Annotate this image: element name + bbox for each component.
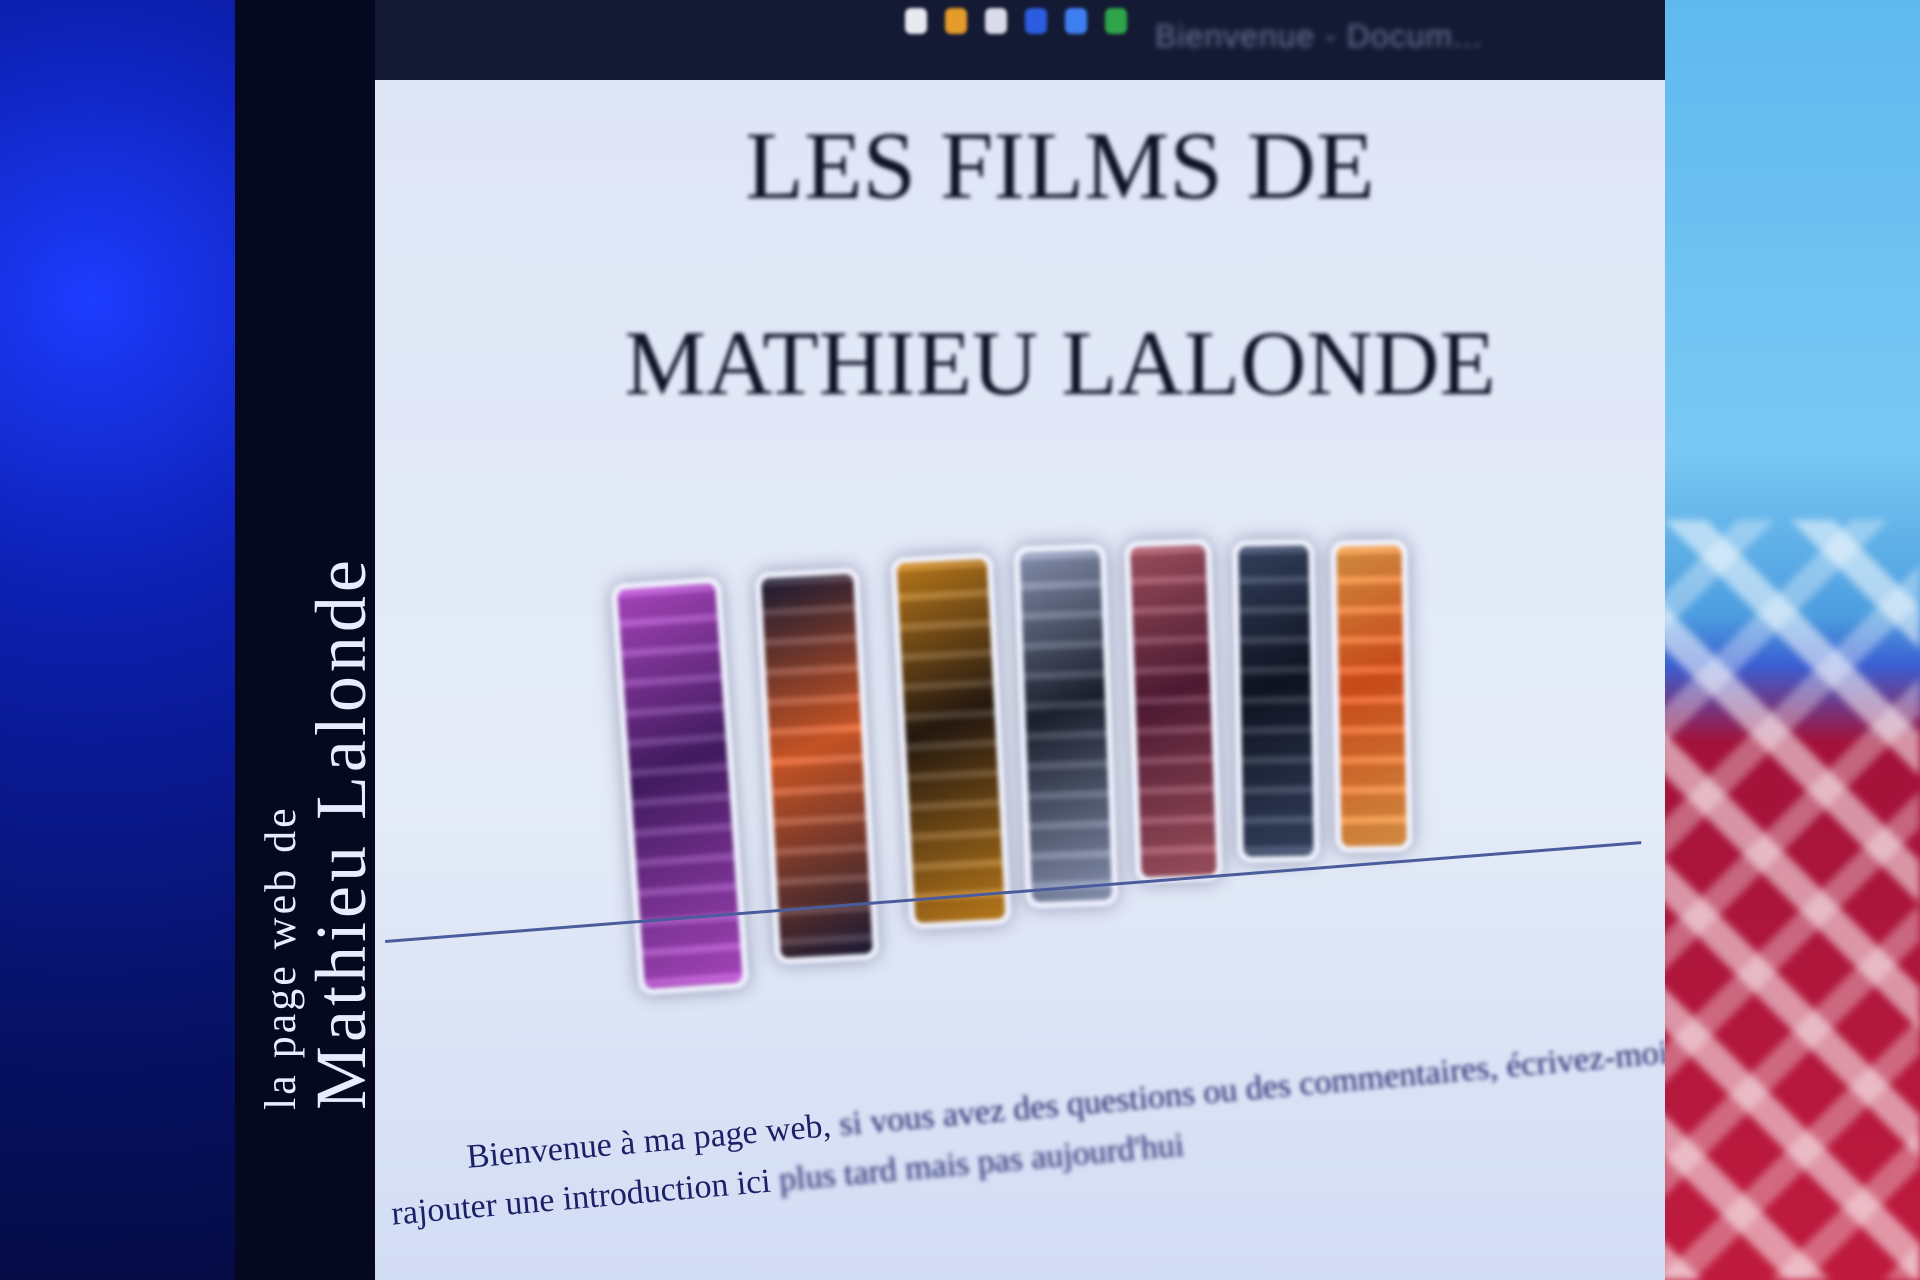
app-icon[interactable] (945, 8, 967, 34)
dvd-cover-1-art (617, 583, 743, 989)
dvd-cover-7-art (1336, 545, 1407, 847)
toolbar-title: Bienvenue - Docum... (1155, 18, 1483, 54)
dvd-cover-3-art (896, 558, 1006, 924)
dvd-cover-4[interactable] (1013, 543, 1119, 909)
sidebar-title: la page web de Mathieu Lalonde (255, 556, 383, 1110)
dvd-cover-3[interactable] (890, 552, 1012, 930)
bookmark-icon[interactable] (905, 8, 927, 34)
dvd-cover-6[interactable] (1232, 539, 1320, 863)
background-blur-left (0, 0, 250, 1280)
dvd-cover-6-art (1238, 545, 1314, 857)
background-blur-right (1660, 0, 1920, 1280)
intro-text: Bienvenue à ma page web, si vous avez de… (385, 1027, 1665, 1240)
web-page: LES FILMS DE MATHIEU LALONDE Bienvenue à… (375, 80, 1665, 1280)
dvd-cover-2-art (761, 573, 873, 959)
dvd-cover-1[interactable] (610, 576, 750, 996)
sidebar-name: Mathieu Lalonde (301, 556, 381, 1110)
dvd-cover-row (610, 538, 1575, 996)
browser-toolbar: Bienvenue - Docum... (375, 0, 1665, 90)
blue-app-icon-2[interactable] (1065, 8, 1087, 34)
page-title-line2: MATHIEU LALONDE (624, 312, 1496, 414)
dvd-cover-5[interactable] (1124, 538, 1223, 884)
blue-app-icon[interactable] (1025, 8, 1047, 34)
sidebar-subtitle: la page web de (256, 805, 305, 1110)
dvd-cover-7[interactable] (1330, 539, 1413, 853)
green-app-icon[interactable] (1105, 8, 1127, 34)
page-title-line1: LES FILMS DE (745, 112, 1375, 219)
background-pattern (1660, 520, 1920, 1280)
doc-icon[interactable] (985, 8, 1007, 34)
dvd-cover-5-art (1130, 544, 1217, 878)
dvd-cover-4-art (1019, 549, 1113, 903)
toolbar-icons (905, 8, 1127, 34)
